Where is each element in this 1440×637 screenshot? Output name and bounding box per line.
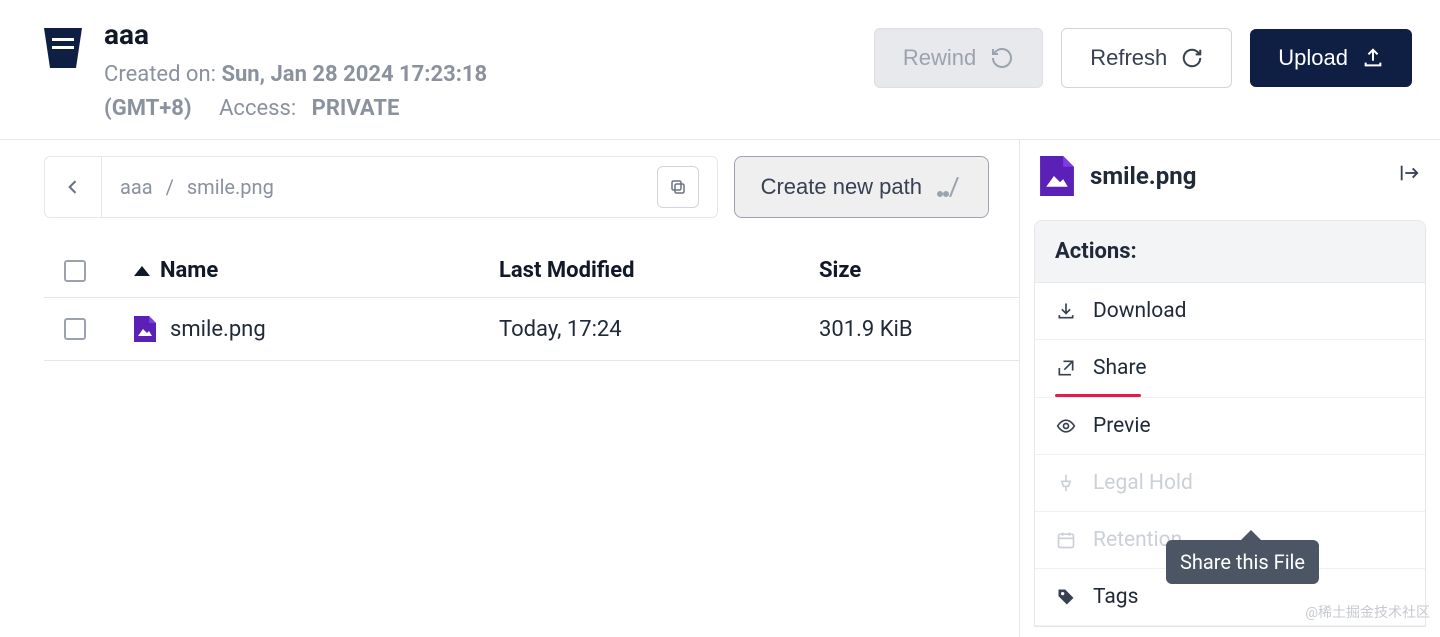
- image-file-icon: [1040, 156, 1074, 196]
- detail-filename: smile.png: [1090, 162, 1196, 190]
- share-icon: [1056, 358, 1076, 378]
- copy-path-button[interactable]: [657, 166, 699, 208]
- tag-icon: [1056, 587, 1076, 607]
- upload-icon: [1362, 47, 1384, 69]
- bucket-title: aaa: [104, 18, 874, 51]
- action-download[interactable]: Download: [1035, 283, 1425, 340]
- crumb-bucket[interactable]: aaa: [120, 175, 153, 199]
- panel-collapse-icon: [1398, 162, 1420, 184]
- action-legal-hold: Legal Hold: [1035, 455, 1425, 512]
- col-name[interactable]: Name: [134, 258, 499, 283]
- file-modified: Today, 17:24: [499, 317, 819, 342]
- watermark: @稀土掘金技术社区: [1305, 602, 1430, 622]
- image-file-icon: [134, 316, 156, 342]
- calendar-icon: [1056, 530, 1076, 550]
- access-value: PRIVATE: [312, 96, 400, 121]
- col-size[interactable]: Size: [819, 258, 1019, 283]
- file-size: 301.9 KiB: [819, 317, 1019, 342]
- create-path-button[interactable]: Create new path: [734, 156, 989, 218]
- copy-icon: [669, 178, 687, 196]
- created-value: Sun, Jan 28 2024 17:23:18: [221, 62, 487, 87]
- collapse-panel-button[interactable]: [1398, 162, 1420, 190]
- bucket-icon: [40, 24, 86, 70]
- access-label: Access:: [219, 96, 296, 121]
- select-all-checkbox[interactable]: [64, 260, 86, 282]
- path-box: aaa / smile.png: [102, 156, 718, 218]
- pin-icon: [1056, 473, 1076, 493]
- file-name: smile.png: [170, 317, 266, 342]
- rewind-icon: [990, 46, 1014, 70]
- action-share[interactable]: Share: [1035, 340, 1425, 396]
- col-modified[interactable]: Last Modified: [499, 258, 819, 283]
- created-label: Created on:: [104, 62, 216, 87]
- actions-title: Actions:: [1035, 221, 1425, 283]
- share-tooltip: Share this File: [1166, 540, 1319, 584]
- refresh-icon: [1181, 47, 1203, 69]
- row-checkbox[interactable]: [64, 318, 86, 340]
- upload-button[interactable]: Upload: [1250, 29, 1412, 87]
- gmt-offset: (GMT+8): [104, 96, 192, 121]
- rewind-button: Rewind: [874, 28, 1043, 88]
- refresh-button[interactable]: Refresh: [1061, 28, 1232, 88]
- eye-icon: [1056, 416, 1076, 436]
- chevron-left-icon: [63, 177, 83, 197]
- table-row[interactable]: smile.png Today, 17:24 301.9 KiB: [44, 298, 1019, 361]
- sort-asc-icon: [134, 266, 150, 276]
- crumb-file[interactable]: smile.png: [187, 175, 274, 199]
- action-preview[interactable]: Previe: [1035, 397, 1425, 455]
- table-header: Name Last Modified Size: [44, 240, 1019, 298]
- path-slash-icon: [936, 177, 962, 197]
- download-icon: [1056, 301, 1076, 321]
- back-button[interactable]: [44, 156, 102, 218]
